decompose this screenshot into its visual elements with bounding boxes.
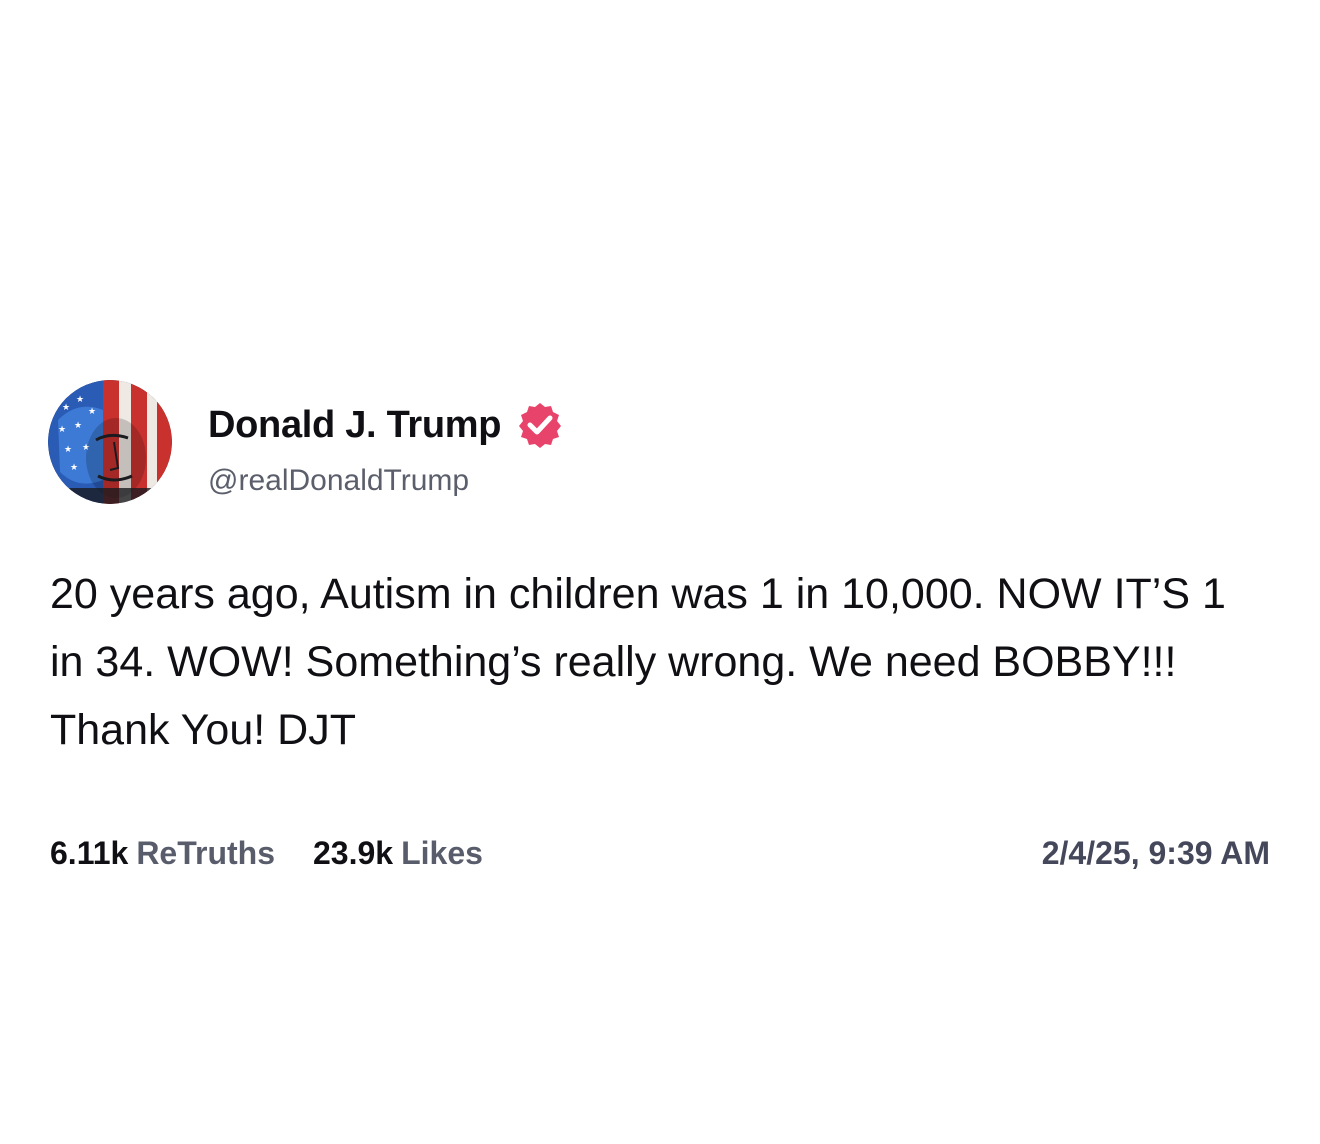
likes-label: Likes (401, 834, 483, 871)
author-display-name[interactable]: Donald J. Trump (208, 404, 502, 447)
post-text: 20 years ago, Autism in children was 1 i… (50, 570, 1226, 754)
retruths-stat[interactable]: 6.11k ReTruths (50, 835, 275, 872)
svg-text:★: ★ (88, 407, 96, 417)
likes-count: 23.9k (313, 834, 394, 871)
flag-portrait-avatar: ★ ★ ★ ★ ★ ★ ★ ★ (48, 380, 172, 504)
svg-text:★: ★ (76, 395, 84, 405)
verified-badge-icon (515, 400, 565, 450)
retruths-count: 6.11k (50, 834, 129, 871)
post-card: ★ ★ ★ ★ ★ ★ ★ ★ Donald J. Trump @realDon… (0, 0, 1320, 1144)
author-handle[interactable]: @realDonaldTrump (208, 464, 469, 498)
avatar[interactable]: ★ ★ ★ ★ ★ ★ ★ ★ (48, 380, 172, 504)
svg-text:★: ★ (74, 421, 82, 431)
likes-stat[interactable]: 23.9k Likes (313, 835, 483, 872)
svg-text:★: ★ (58, 425, 66, 435)
author-name-row: Donald J. Trump (208, 398, 565, 452)
svg-text:★: ★ (62, 403, 70, 413)
post-footer: 6.11k ReTruths 23.9k Likes 2/4/25, 9:39 AM (50, 830, 1270, 876)
post-timestamp[interactable]: 2/4/25, 9:39 AM (1042, 835, 1270, 872)
svg-text:★: ★ (70, 463, 78, 473)
svg-text:★: ★ (64, 445, 72, 455)
retruths-label: ReTruths (136, 834, 275, 871)
